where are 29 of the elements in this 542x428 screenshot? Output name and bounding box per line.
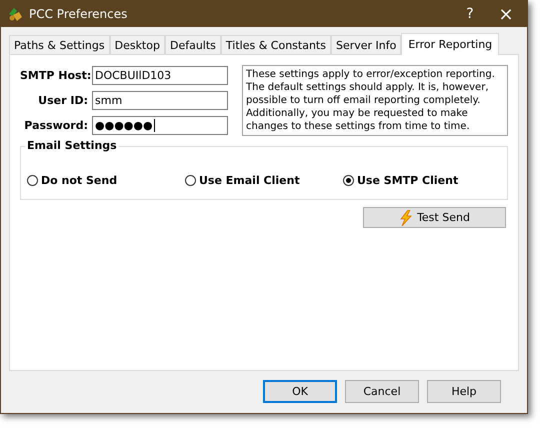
field-label: Password: (23, 119, 88, 132)
dialog-button[interactable]: Help (427, 380, 501, 403)
radio-label[interactable]: Do not Send (41, 174, 118, 186)
group-title: Email Settings (25, 139, 119, 152)
tab[interactable]: Server Info (330, 35, 402, 54)
tab[interactable]: Titles & Constants (220, 35, 331, 54)
app-icon (7, 6, 23, 22)
test-send-button[interactable]: Test Send (363, 207, 506, 228)
lightning-icon (399, 210, 414, 226)
field-label: User ID: (37, 94, 88, 107)
info-text: These settings apply to error/exception reporting. The default settings should apply. It is, however, possible to turn off email reporting completely. Additionally, you may be requested to make changes to these settings from time to time. (242, 65, 508, 136)
window-title: PCC Preferences (29, 7, 128, 21)
input-field[interactable]: DOCBUIlD103 (92, 66, 228, 85)
close-button[interactable]: × (491, 4, 521, 24)
radio-button[interactable] (27, 174, 38, 186)
tab[interactable]: Error Reporting (401, 33, 500, 55)
dialog-button[interactable]: Cancel (345, 380, 419, 403)
radio-label[interactable]: Use SMTP Client (357, 174, 458, 186)
input-field[interactable]: ●●●●●● (92, 116, 228, 135)
tab[interactable]: Paths & Settings (9, 35, 110, 54)
help-button[interactable]: ? (455, 6, 485, 22)
tab[interactable]: Defaults (164, 35, 221, 54)
input-field[interactable]: smm (92, 91, 228, 110)
field-label: SMTP Host: (20, 69, 88, 82)
tab[interactable]: Desktop (110, 35, 165, 54)
radio-label[interactable]: Use Email Client (199, 174, 300, 186)
radio-button[interactable] (185, 174, 196, 186)
radio-button[interactable] (343, 174, 354, 186)
dialog-button[interactable]: OK (263, 380, 337, 403)
